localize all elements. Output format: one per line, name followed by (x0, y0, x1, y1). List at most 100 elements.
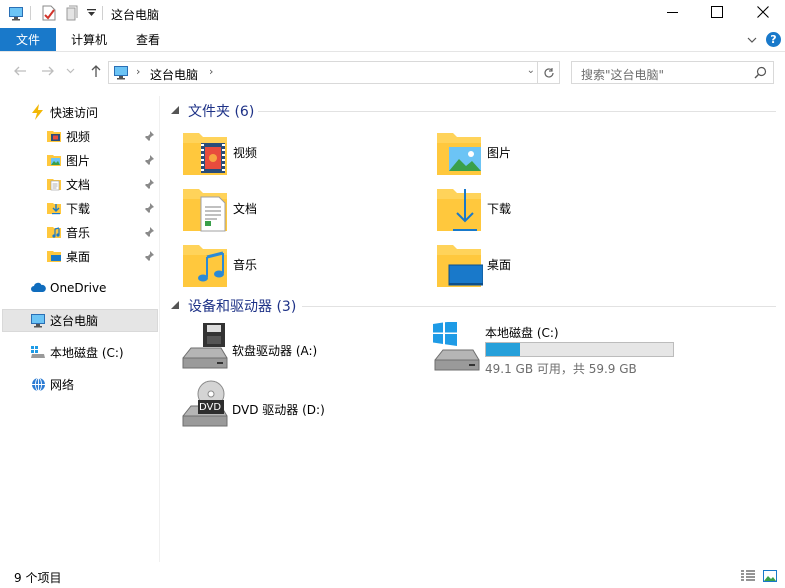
desktop-folder-icon (46, 248, 62, 264)
drive-usage-bar (485, 342, 674, 357)
nav-item-label: 文档 (66, 177, 91, 192)
item-count: 9 个项目 (14, 571, 62, 585)
search-icon[interactable] (754, 66, 767, 79)
devices-group-header[interactable]: 设备和驱动器 (3) (170, 296, 296, 316)
tab-computer[interactable]: 计算机 (71, 28, 107, 51)
this-pc-icon[interactable] (6, 4, 26, 22)
qa-separator (30, 6, 31, 20)
breadcrumb-this-pc[interactable]: 这台电脑 (150, 66, 198, 83)
nav-item-label: 这台电脑 (50, 313, 99, 328)
customize-quick-access-icon[interactable] (84, 4, 98, 22)
properties-icon[interactable] (39, 4, 59, 22)
folder-tile-documents[interactable]: 文档 (181, 180, 257, 236)
folder-tile-pictures[interactable]: 图片 (435, 124, 511, 180)
pin-icon[interactable] (143, 250, 155, 262)
windows-drive-icon (30, 344, 46, 360)
back-button[interactable] (12, 63, 28, 79)
nav-item-label: 视频 (66, 129, 91, 144)
documents-folder-icon (46, 176, 62, 192)
folder-label: 桌面 (487, 257, 512, 272)
nav-item-label: 快速访问 (50, 105, 99, 120)
pin-icon[interactable] (143, 154, 155, 166)
nav-item-label: 本地磁盘 (C:) (50, 345, 124, 360)
nav-item-documents[interactable]: 文档 (46, 173, 90, 195)
pictures-folder-icon (437, 133, 481, 175)
downloads-folder-icon (437, 189, 481, 231)
up-button[interactable] (88, 63, 104, 79)
nav-item-label: 网络 (50, 377, 75, 392)
nav-item-music[interactable]: 音乐 (46, 221, 90, 243)
folders-group-header[interactable]: 文件夹 (6) (170, 101, 254, 121)
folder-tile-desktop[interactable]: 桌面 (435, 236, 511, 292)
folder-label: 视频 (233, 145, 258, 160)
collapse-caret-icon[interactable] (170, 106, 180, 116)
search-input[interactable]: 搜索"这台电脑" (581, 66, 664, 83)
pictures-folder-icon (46, 152, 62, 168)
pin-icon[interactable] (143, 226, 155, 238)
search-box[interactable]: 搜索"这台电脑" (571, 61, 774, 84)
dvd-badge: DVD (199, 402, 222, 413)
details-view-icon[interactable] (741, 570, 755, 582)
nav-item-label: 图片 (66, 153, 91, 168)
folder-label: 下载 (487, 201, 512, 216)
window-title: 这台电脑 (111, 8, 160, 22)
help-button[interactable]: ? (766, 32, 781, 47)
tab-view[interactable]: 查看 (136, 28, 160, 51)
nav-item-local-disk[interactable]: 本地磁盘 (C:) (30, 341, 124, 363)
drive-dvd-d[interactable]: DVD DVD 驱动器 (D:) (181, 380, 381, 432)
floppy-drive-icon (182, 323, 228, 369)
pin-icon[interactable] (143, 202, 155, 214)
expand-ribbon-icon[interactable] (745, 33, 759, 47)
nav-quick-access[interactable]: 快速访问 (30, 101, 98, 123)
devices-group-title: 设备和驱动器 (3) (188, 299, 297, 315)
music-folder-icon (183, 245, 227, 287)
nav-item-desktop[interactable]: 桌面 (46, 245, 90, 267)
pin-icon[interactable] (143, 130, 155, 142)
drive-label: 软盘驱动器 (A:) (232, 344, 318, 358)
music-folder-icon (46, 224, 62, 240)
nav-item-network[interactable]: 网络 (30, 373, 74, 395)
nav-item-this-pc[interactable]: 这台电脑 (30, 309, 98, 331)
breadcrumb-chevron-icon[interactable]: › (136, 65, 140, 78)
close-button[interactable] (740, 0, 785, 24)
minimize-button[interactable] (650, 0, 695, 24)
new-folder-icon[interactable] (62, 4, 82, 22)
documents-folder-icon (183, 189, 227, 232)
onedrive-cloud-icon (30, 280, 46, 296)
nav-item-onedrive[interactable]: OneDrive (30, 277, 106, 299)
ribbon: 文件 计算机 查看 ? (0, 27, 785, 52)
nav-item-videos[interactable]: 视频 (46, 125, 90, 147)
group-divider (302, 306, 776, 307)
network-globe-icon (30, 376, 46, 392)
nav-item-label: 桌面 (66, 249, 91, 264)
video-folder-icon (46, 128, 62, 144)
tab-file[interactable]: 文件 (0, 28, 56, 51)
nav-item-pictures[interactable]: 图片 (46, 149, 90, 171)
collapse-caret-icon[interactable] (170, 301, 180, 311)
drive-label: 本地磁盘 (C:) (485, 326, 559, 340)
address-dropdown-icon[interactable]: ⌄ (527, 65, 535, 76)
drive-free-space: 49.1 GB 可用，共 59.9 GB (485, 362, 637, 376)
address-bar[interactable]: › 这台电脑 › ⌄ (108, 61, 560, 84)
nav-item-label: 下载 (66, 201, 91, 216)
breadcrumb-chevron-icon[interactable]: › (209, 65, 213, 78)
folder-tile-music[interactable]: 音乐 (181, 236, 257, 292)
status-bar: 9 个项目 (0, 562, 785, 588)
forward-button[interactable] (40, 63, 56, 79)
maximize-button[interactable] (694, 0, 739, 24)
large-icons-view-icon[interactable] (763, 570, 777, 582)
drive-floppy-a[interactable]: 软盘驱动器 (A:) (181, 322, 381, 374)
folders-group-title: 文件夹 (6) (188, 104, 255, 120)
pin-icon[interactable] (143, 178, 155, 190)
nav-item-downloads[interactable]: 下载 (46, 197, 90, 219)
folder-tile-downloads[interactable]: 下载 (435, 180, 511, 236)
navigation-pane: 快速访问 视频 图片 文档 下载 音乐 桌面 OneDrive 这台电脑 本地磁… (0, 96, 160, 562)
nav-item-label: 音乐 (66, 225, 91, 240)
folder-tile-videos[interactable]: 视频 (181, 124, 257, 180)
group-divider (258, 111, 776, 112)
windows-drive-icon (433, 322, 480, 371)
recent-locations-button[interactable] (64, 63, 76, 79)
desktop-folder-icon (437, 245, 483, 287)
refresh-button[interactable] (537, 62, 559, 83)
drive-usage-fill (486, 343, 520, 356)
